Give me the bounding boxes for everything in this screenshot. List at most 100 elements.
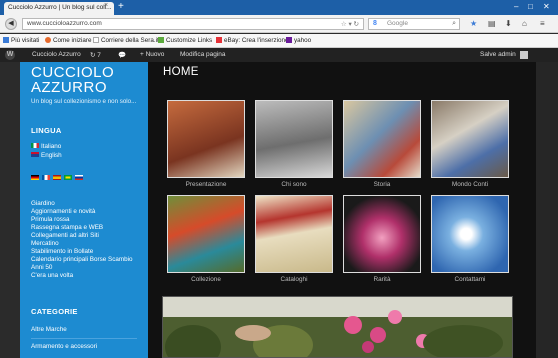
site-title[interactable]: CUCCIOLO AZZURRO — [31, 65, 114, 95]
page-title: HOME — [163, 66, 199, 78]
menu-item[interactable]: Rassegna stampa e WEB — [31, 224, 103, 231]
back-icon[interactable]: ◀ — [5, 18, 17, 30]
germany-flag-icon[interactable] — [31, 175, 39, 180]
brazil-flag-icon[interactable] — [64, 175, 72, 180]
gallery-item[interactable]: Storia — [343, 100, 421, 190]
home-icon[interactable]: ⌂ — [522, 19, 527, 28]
bookmarks-bar: Più visitati Come iniziare Corriere dell… — [0, 34, 558, 48]
language-italiano[interactable]: Italiano — [31, 143, 61, 150]
language-widget-title: LINGUA — [31, 126, 62, 135]
close-window-icon[interactable]: ✕ — [543, 2, 550, 11]
gallery-item[interactable]: Mondo Conti — [431, 100, 509, 190]
sidebar: CUCCIOLO AZZURRO Un blog sul collezionis… — [20, 62, 148, 358]
search-icon[interactable]: ⌕ — [452, 20, 456, 28]
menu-item[interactable]: Primula rossa — [31, 216, 70, 223]
gallery-thumbnail[interactable] — [343, 195, 421, 273]
categories-widget-title: CATEGORIE — [31, 307, 78, 316]
main-content: HOME Presentazione Chi sono Storia Mondo… — [148, 62, 536, 358]
admin-site-name[interactable]: Cucciolo Azzurro — [32, 51, 81, 58]
flag-row — [31, 175, 86, 182]
gallery-thumbnail[interactable] — [167, 100, 245, 178]
gallery-item[interactable]: Rarità — [343, 195, 421, 285]
gallery-caption[interactable]: Mondo Conti — [431, 181, 509, 188]
firefox-icon — [45, 37, 51, 43]
menu-icon[interactable]: ≡ — [540, 19, 545, 28]
gallery-caption[interactable]: Cataloghi — [255, 276, 333, 283]
gallery-item[interactable]: Chi sono — [255, 100, 333, 190]
wp-admin-bar: W Cucciolo Azzurro ↻ 7 💬 + Nuovo Modific… — [0, 48, 558, 62]
google-icon: 8 — [373, 20, 377, 27]
gallery-caption[interactable]: Chi sono — [255, 181, 333, 188]
gallery-caption[interactable]: Rarità — [343, 276, 421, 283]
menu-item[interactable]: Anni 50 — [31, 264, 52, 271]
windows-icon — [158, 37, 164, 43]
bookmark-item[interactable]: yahoo — [286, 37, 311, 44]
bookmark-item[interactable]: Più visitati — [3, 37, 39, 44]
language-english[interactable]: English — [31, 152, 62, 159]
menu-item[interactable]: Giardino — [31, 200, 55, 207]
bookmark-item[interactable]: Corriere della Sera.it — [93, 37, 159, 44]
url-text: www.cuccioloazzurro.com — [27, 20, 102, 27]
gallery-thumbnail[interactable] — [255, 195, 333, 273]
ebay-icon — [216, 37, 222, 43]
bookmark-item[interactable]: eBay: Crea l'inserzione — [216, 37, 289, 44]
uk-flag-icon — [31, 152, 39, 157]
gallery-item[interactable]: Presentazione — [167, 100, 245, 190]
address-bar[interactable]: www.cuccioloazzurro.com ☆ ▾ ↻ — [22, 18, 364, 30]
menu-item[interactable]: Mercatino — [31, 240, 59, 247]
gallery-caption[interactable]: Storia — [343, 181, 421, 188]
france-flag-icon[interactable] — [42, 175, 50, 180]
download-icon[interactable]: ⬇ — [505, 19, 512, 28]
updates-link[interactable]: ↻ 7 — [90, 51, 101, 59]
avatar[interactable] — [520, 51, 528, 59]
gallery-caption[interactable]: Contattami — [431, 276, 509, 283]
gallery-thumbnail[interactable] — [167, 195, 245, 273]
admin-greeting[interactable]: Salve admin — [480, 51, 516, 58]
gallery-thumbnail[interactable] — [431, 100, 509, 178]
italy-flag-icon — [31, 143, 39, 148]
bookmarks-icon[interactable]: ▤ — [488, 19, 496, 28]
tab-title: Cucciolo Azzurro | Un blog sul coll... — [8, 4, 112, 11]
page-icon — [93, 37, 99, 43]
reload-icon[interactable]: ☆ ▾ ↻ — [341, 20, 359, 28]
gallery-item[interactable]: Cataloghi — [255, 195, 333, 285]
browser-tab-strip: Cucciolo Azzurro | Un blog sul coll... ×… — [0, 0, 558, 15]
search-input[interactable]: 8 Google ⌕ — [368, 18, 460, 30]
menu-item[interactable]: Calendario principali Borse Scambio — [31, 256, 133, 263]
minimize-icon[interactable]: – — [514, 2, 518, 11]
category-link[interactable]: Armamento e accessori — [31, 343, 97, 350]
menu-item[interactable]: Collegamenti ad altri Siti — [31, 232, 99, 239]
maximize-icon[interactable]: □ — [528, 2, 533, 11]
featured-image — [162, 296, 513, 358]
search-placeholder: Google — [387, 20, 408, 27]
gallery-caption[interactable]: Collezione — [167, 276, 245, 283]
page-margin-right — [536, 62, 558, 358]
page-margin-left — [0, 62, 20, 358]
menu-item[interactable]: C'era una volta — [31, 272, 73, 279]
gallery-thumbnail[interactable] — [343, 100, 421, 178]
bookmark-item[interactable]: Come iniziare — [45, 37, 92, 44]
new-tab-button[interactable]: + — [118, 1, 124, 12]
gallery-item[interactable]: Collezione — [167, 195, 245, 285]
category-link[interactable]: Altre Marche — [31, 326, 67, 333]
yahoo-icon — [286, 37, 292, 43]
navigation-bar: ◀ www.cuccioloazzurro.com ☆ ▾ ↻ 8 Google… — [0, 15, 558, 33]
browser-tab[interactable]: Cucciolo Azzurro | Un blog sul coll... — [4, 2, 114, 15]
comments-icon[interactable]: 💬 — [118, 51, 126, 59]
flower-photo — [163, 297, 512, 357]
gallery-caption[interactable]: Presentazione — [167, 181, 245, 188]
russia-flag-icon[interactable] — [75, 175, 83, 180]
wordpress-icon[interactable]: W — [5, 50, 15, 60]
close-tab-icon[interactable]: × — [104, 2, 108, 9]
bookmark-star-icon[interactable]: ★ — [470, 19, 477, 28]
menu-item[interactable]: Aggiornamenti e novità — [31, 208, 95, 215]
menu-item[interactable]: Stabilimento in Bollate — [31, 248, 93, 255]
spain-flag-icon[interactable] — [53, 175, 61, 180]
gallery-thumbnail[interactable] — [255, 100, 333, 178]
bookmark-item[interactable]: Customize Links — [158, 37, 212, 44]
new-content-link[interactable]: + Nuovo — [140, 51, 164, 58]
edit-page-link[interactable]: Modifica pagina — [180, 51, 226, 58]
gallery-item[interactable]: Contattami — [431, 195, 509, 285]
bookmark-folder-icon — [3, 37, 9, 43]
gallery-thumbnail[interactable] — [431, 195, 509, 273]
